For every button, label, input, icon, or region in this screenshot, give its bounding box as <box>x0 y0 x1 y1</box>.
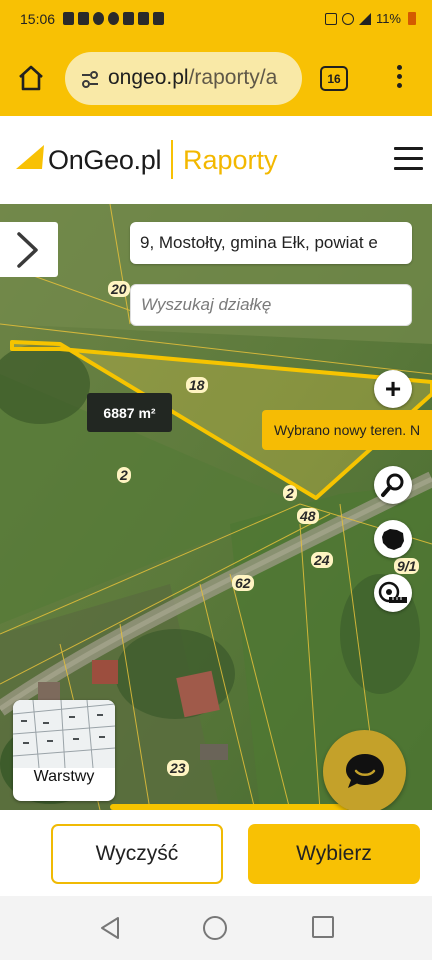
parcel-label: 2 <box>117 467 131 483</box>
tab-switcher-button[interactable]: 16 <box>320 66 348 91</box>
plus-icon: + <box>384 373 402 404</box>
url-domain: ongeo.pl <box>108 66 189 89</box>
nfc-icon <box>324 12 337 25</box>
sidebar-toggle-button[interactable] <box>0 222 58 277</box>
measure-button[interactable] <box>374 574 412 612</box>
system-nav-bar <box>0 896 432 960</box>
notification-icon <box>63 12 74 25</box>
country-view-button[interactable] <box>374 520 412 558</box>
address-bar[interactable]: ongeo.pl/raporty/a <box>65 52 302 105</box>
parcel-label: 20 <box>108 281 130 297</box>
recents-icon[interactable] <box>312 916 334 938</box>
home-nav-icon[interactable] <box>203 916 227 940</box>
address-field[interactable]: 9, Mostołty, gmina Ełk, powiat e <box>130 222 412 264</box>
poland-map-icon <box>382 529 404 550</box>
chevron-right-icon <box>17 232 38 268</box>
chat-icon <box>345 753 384 788</box>
battery-icon <box>408 12 416 25</box>
search-map-button[interactable] <box>374 466 412 504</box>
area-badge: 6887 m² <box>87 393 172 432</box>
action-bar: Wyczyść Wybierz <box>0 810 432 896</box>
map-view[interactable]: 20 18 2 2 48 24 9/1 62 23 9, Mostołty, g… <box>0 204 432 810</box>
select-button[interactable]: Wybierz <box>248 824 420 884</box>
parcel-label: 18 <box>186 377 208 393</box>
logo-mark-icon <box>16 145 44 169</box>
notification-icon <box>108 12 119 25</box>
logo-divider <box>171 140 173 179</box>
system-icons: 11% <box>324 11 416 26</box>
notification-toast: Wybrano nowy teren. N <box>262 410 432 450</box>
status-time: 15:06 <box>20 11 56 27</box>
status-bar: 15:06 11% <box>0 0 432 40</box>
section-title: Raporty <box>183 145 278 175</box>
site-logo[interactable]: OnGeo.pl <box>48 145 161 176</box>
layers-button[interactable]: Warstwy <box>13 700 115 801</box>
notification-icon <box>153 12 164 25</box>
home-icon[interactable] <box>16 63 46 93</box>
zoom-in-button[interactable]: + <box>374 370 412 408</box>
call-icon <box>341 12 354 25</box>
parcel-label: 23 <box>167 760 189 776</box>
tape-measure-icon <box>378 581 407 603</box>
notification-icon <box>78 12 89 25</box>
parcel-label: 62 <box>232 575 254 591</box>
battery-percentage: 11% <box>375 11 401 26</box>
magnifier-icon <box>381 473 404 497</box>
signal-icon <box>358 12 371 25</box>
parcel-label: 9/1 <box>394 558 420 574</box>
url-text: ongeo.pl/raporty/a <box>108 66 277 90</box>
site-settings-icon[interactable] <box>80 69 100 89</box>
back-icon[interactable] <box>98 916 122 940</box>
chat-button[interactable] <box>323 730 406 810</box>
notification-icon <box>123 12 134 25</box>
url-path: /raporty/a <box>188 66 278 89</box>
parcel-label: 48 <box>297 508 319 524</box>
layers-preview-icon <box>13 700 115 769</box>
parcel-label: 2 <box>283 485 297 501</box>
hamburger-menu-icon[interactable] <box>394 147 423 171</box>
layers-label: Warstwy <box>33 768 95 785</box>
notification-icon <box>138 12 149 25</box>
parcel-label: 24 <box>311 552 333 568</box>
notification-icons <box>63 12 164 25</box>
browser-menu-icon[interactable] <box>389 62 409 94</box>
browser-toolbar: ongeo.pl/raporty/a 16 <box>0 40 432 116</box>
clear-button[interactable]: Wyczyść <box>51 824 223 884</box>
parcel-search-input[interactable] <box>130 284 412 326</box>
site-header: OnGeo.pl Raporty <box>0 116 432 204</box>
notification-icon <box>93 12 104 25</box>
